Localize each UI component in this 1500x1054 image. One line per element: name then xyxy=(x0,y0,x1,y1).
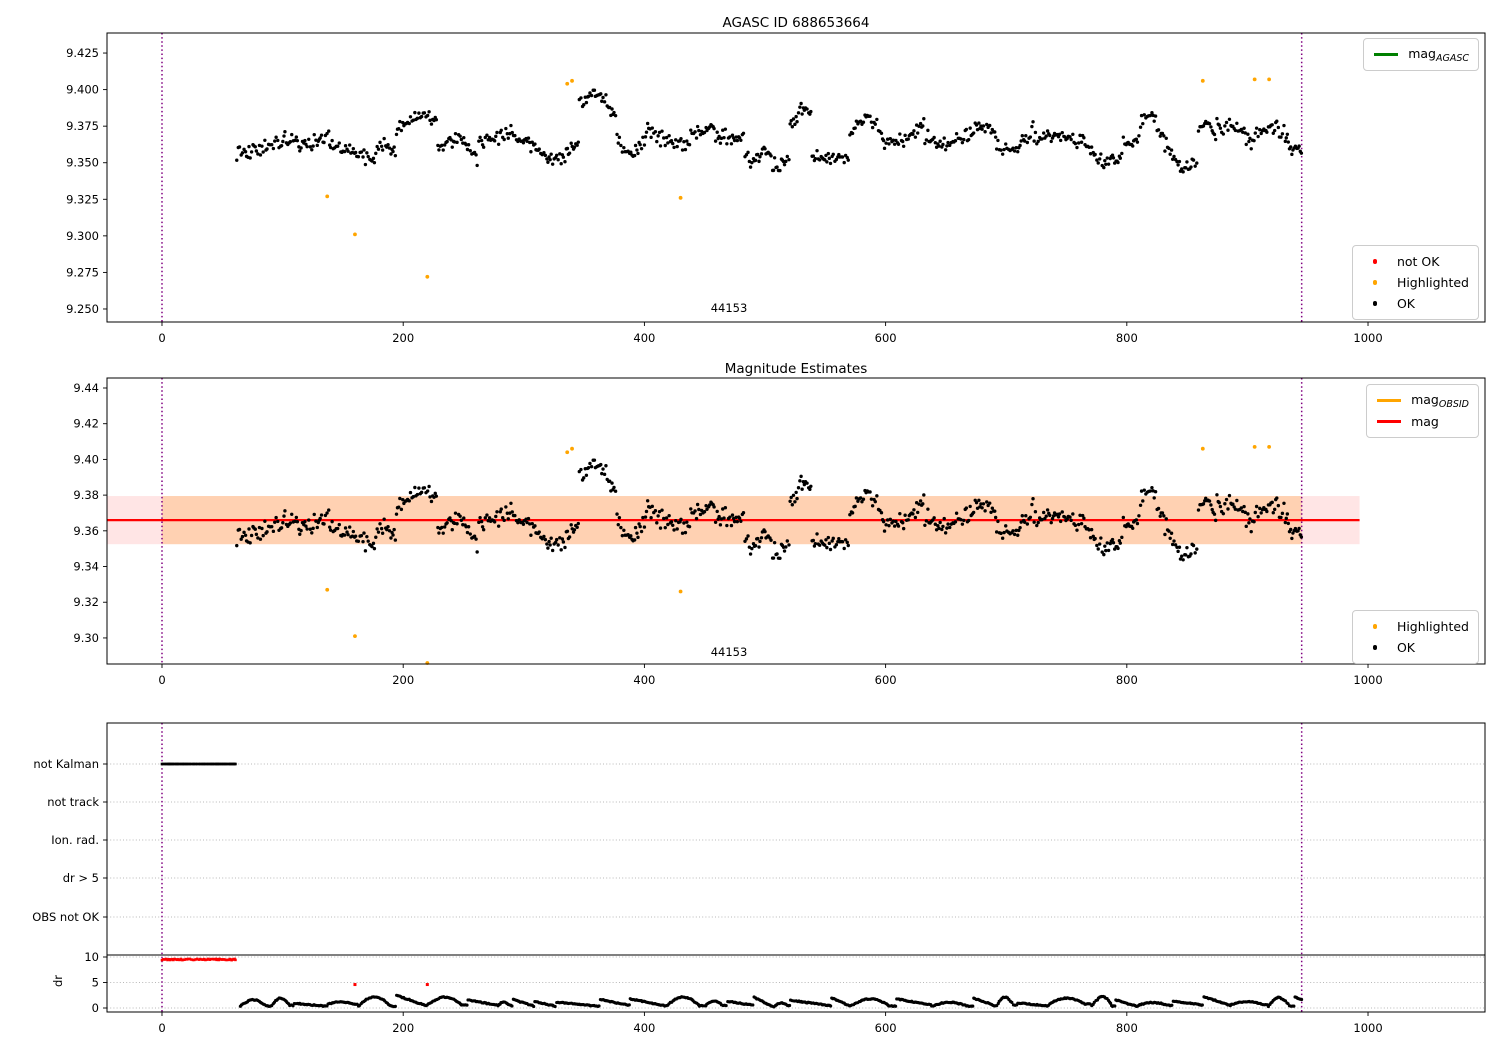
svg-text:200: 200 xyxy=(392,673,414,687)
legend-entry: Highlighted xyxy=(1360,272,1469,293)
legend-entry: OK xyxy=(1360,637,1469,658)
svg-text:9.44: 9.44 xyxy=(73,381,99,395)
svg-text:5: 5 xyxy=(92,976,99,990)
legend-dot-swatch xyxy=(1360,645,1390,650)
panel2-legend-upper: magOBSID mag xyxy=(1366,384,1479,438)
legend-line-swatch xyxy=(1374,420,1404,423)
svg-text:1000: 1000 xyxy=(1353,1021,1382,1035)
svg-text:9.36: 9.36 xyxy=(73,524,99,538)
svg-text:9.300: 9.300 xyxy=(66,229,99,243)
panel1-title: AGASC ID 688653664 xyxy=(723,15,870,31)
svg-text:600: 600 xyxy=(875,1021,897,1035)
svg-text:9.350: 9.350 xyxy=(66,156,99,170)
legend-label: mag xyxy=(1411,414,1439,429)
legend-dot-swatch xyxy=(1360,624,1390,629)
legend-label: magAGASC xyxy=(1408,45,1469,64)
panel2-obsid-annotation: 44153 xyxy=(711,645,748,659)
svg-text:not Kalman: not Kalman xyxy=(33,757,99,771)
svg-text:9.425: 9.425 xyxy=(66,46,99,60)
x-ticks: 0 200 400 600 800 1000 xyxy=(158,1012,1383,1035)
panel1-obsid-annotation: 44153 xyxy=(711,301,748,315)
x-ticks: 0 200 400 600 800 1000 xyxy=(158,322,1383,345)
y-ticks: 9.30 9.32 9.34 9.36 9.38 9.40 9.42 9.44 xyxy=(73,381,107,645)
svg-text:200: 200 xyxy=(392,331,414,345)
flag-gridlines xyxy=(107,763,1485,1009)
not-ok-dr-outliers xyxy=(353,983,429,987)
legend-line-swatch xyxy=(1374,399,1404,402)
svg-text:9.400: 9.400 xyxy=(66,83,99,97)
svg-text:0: 0 xyxy=(92,1001,99,1015)
panel2-axes: 0 200 400 600 800 1000 9.30 9.32 9.34 9.36 9.38 9.4… xyxy=(73,377,1486,687)
highlighted-points xyxy=(325,77,1272,279)
svg-text:Ion. rad.: Ion. rad. xyxy=(51,833,99,847)
svg-text:not track: not track xyxy=(47,795,99,809)
panel2-legend-lower: Highlighted OK xyxy=(1351,610,1479,664)
legend-entry: magAGASC xyxy=(1371,44,1469,65)
svg-text:9.250: 9.250 xyxy=(66,302,99,316)
svg-text:1000: 1000 xyxy=(1353,673,1382,687)
panel1-legend-upper: magAGASC xyxy=(1363,38,1479,71)
obsid-boundary-vlines xyxy=(161,33,1303,322)
svg-text:9.375: 9.375 xyxy=(66,119,99,133)
svg-text:9.30: 9.30 xyxy=(73,631,99,645)
svg-text:10: 10 xyxy=(84,950,99,964)
svg-text:9.325: 9.325 xyxy=(66,192,99,206)
svg-text:800: 800 xyxy=(1116,331,1138,345)
svg-text:9.42: 9.42 xyxy=(73,417,99,431)
legend-dot-swatch xyxy=(1360,301,1390,306)
x-ticks: 0 200 400 600 800 1000 xyxy=(158,664,1383,687)
legend-label: OK xyxy=(1396,296,1415,311)
svg-text:800: 800 xyxy=(1116,673,1138,687)
dr-axis-label: dr xyxy=(51,975,65,987)
svg-text:0: 0 xyxy=(158,331,165,345)
svg-text:400: 400 xyxy=(633,1021,655,1035)
plot-canvas: 0 200 400 600 800 10009.2509.2759.3009.3259.3… xyxy=(32,15,1486,1035)
legend-dot-swatch xyxy=(1360,280,1390,285)
ok-points xyxy=(235,88,1304,174)
panel1-legend-lower: not OK Highlighted OK xyxy=(1351,245,1479,320)
obsid-boundary-vlines xyxy=(161,723,1303,1012)
figure: 0 200 400 600 800 1000 9.250 9.275 9.300 9.325 9.3… xyxy=(0,0,1500,1050)
legend-line-swatch xyxy=(1371,53,1401,56)
svg-text:400: 400 xyxy=(633,673,655,687)
svg-text:dr > 5: dr > 5 xyxy=(63,871,99,885)
not-kalman-flags xyxy=(160,762,237,766)
dr-points xyxy=(238,993,1304,1009)
legend-label: Highlighted xyxy=(1396,275,1469,290)
svg-text:600: 600 xyxy=(875,331,897,345)
legend-entry: OK xyxy=(1360,293,1469,314)
svg-text:9.275: 9.275 xyxy=(66,265,99,279)
svg-text:800: 800 xyxy=(1116,1021,1138,1035)
legend-entry: mag xyxy=(1374,411,1469,432)
legend-entry: not OK xyxy=(1360,251,1469,272)
svg-text:600: 600 xyxy=(875,673,897,687)
svg-text:400: 400 xyxy=(633,331,655,345)
svg-text:OBS not OK: OBS not OK xyxy=(32,910,99,924)
legend-label: not OK xyxy=(1396,254,1440,269)
legend-label: Highlighted xyxy=(1396,619,1469,634)
legend-entry: Highlighted xyxy=(1360,616,1469,637)
not-ok-dr-flags xyxy=(160,957,237,962)
y-ticks: 9.250 9.275 9.300 9.325 9.350 9.375 9.400 9.425 xyxy=(66,46,107,316)
svg-text:200: 200 xyxy=(392,1021,414,1035)
panel2-title: Magnitude Estimates xyxy=(725,361,867,377)
svg-text:0: 0 xyxy=(158,673,165,687)
svg-text:9.40: 9.40 xyxy=(73,452,99,466)
legend-label: magOBSID xyxy=(1411,391,1469,410)
panel1-axes: 0 200 400 600 800 1000 9.250 9.275 9.300 9.325 9.3… xyxy=(66,32,1486,345)
flag-category-labels: not Kalman not track Ion. rad. dr > 5 OBS no… xyxy=(32,757,107,1015)
svg-text:1000: 1000 xyxy=(1353,331,1382,345)
legend-label: OK xyxy=(1396,640,1415,655)
svg-text:9.32: 9.32 xyxy=(73,595,99,609)
svg-text:9.38: 9.38 xyxy=(73,488,99,502)
panel3-axes: 0 200 400 600 800 1000 not Kalman not track Ion.… xyxy=(32,722,1486,1035)
legend-entry: magOBSID xyxy=(1374,390,1469,411)
legend-dot-swatch xyxy=(1360,259,1390,264)
highlighted-points xyxy=(325,445,1272,665)
svg-text:0: 0 xyxy=(158,1021,165,1035)
svg-text:9.34: 9.34 xyxy=(73,560,99,574)
